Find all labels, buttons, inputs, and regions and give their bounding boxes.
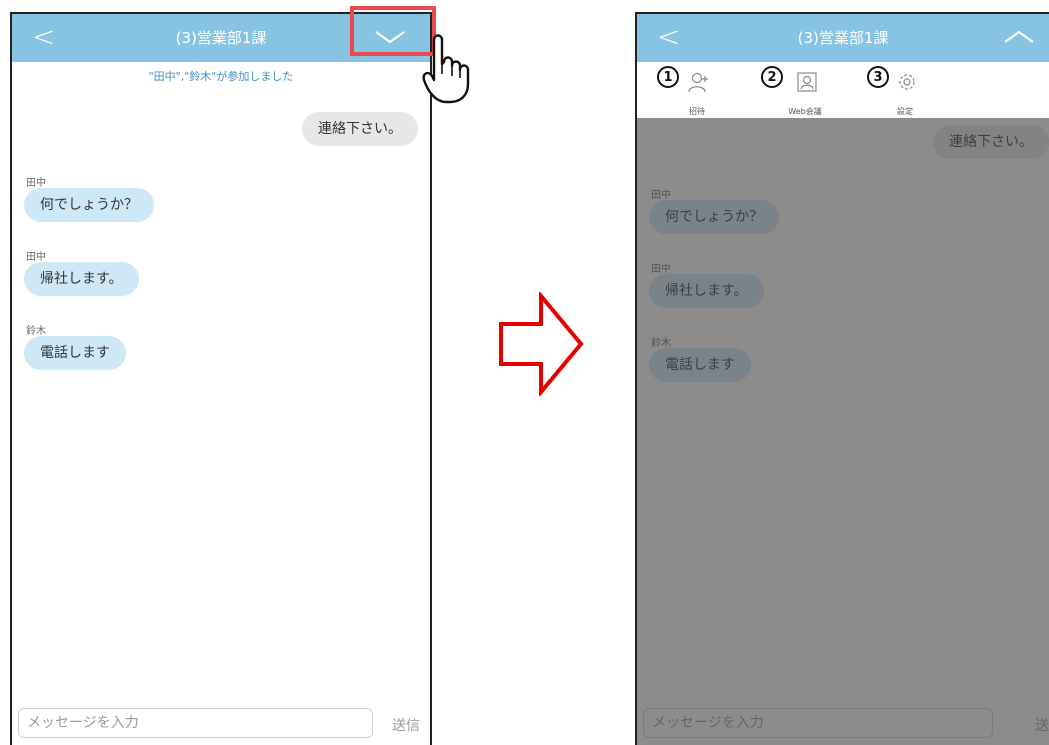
- outgoing-message: 連絡下さい。: [933, 125, 1049, 159]
- settings-menu-item[interactable]: 3 設定: [855, 62, 955, 118]
- incoming-message: 電話します: [649, 348, 751, 382]
- message-sender: 鈴木: [651, 338, 671, 349]
- step-number-badge: 3: [867, 66, 889, 88]
- message-sender: 田中: [651, 264, 671, 275]
- chat-screen-after: < (3)営業部1課 1 招待 2 Web会議 3 設定 連絡下さい。 田中 何…: [635, 12, 1049, 745]
- message-composer: メッセージを入力 送信: [637, 703, 1049, 745]
- message-sender: 鈴木: [26, 326, 46, 337]
- web-meeting-icon: [797, 72, 817, 92]
- message-sender: 田中: [26, 252, 46, 263]
- menu-label: Web会議: [788, 107, 822, 116]
- step-number-badge: 2: [761, 66, 783, 88]
- invite-menu-item[interactable]: 1 招待: [647, 62, 747, 118]
- invite-user-icon: [688, 72, 708, 93]
- message-sender: 田中: [651, 190, 671, 201]
- message-input[interactable]: メッセージを入力: [18, 708, 373, 738]
- message-composer: メッセージを入力 送信: [12, 703, 430, 745]
- chat-header: < (3)営業部1課: [637, 14, 1049, 62]
- menu-label: 招待: [689, 107, 705, 116]
- step-number-badge: 1: [657, 66, 679, 88]
- incoming-message: 帰社します。: [649, 274, 764, 308]
- chevron-up-icon[interactable]: [999, 22, 1039, 52]
- message-sender: 田中: [26, 178, 46, 189]
- menu-label: 設定: [897, 107, 913, 116]
- settings-gear-icon: [899, 74, 915, 90]
- join-notice: "田中","鈴木"が参加しました: [148, 70, 294, 83]
- web-meeting-menu-item[interactable]: 2 Web会議: [755, 62, 855, 118]
- incoming-message: 電話します: [24, 336, 126, 370]
- incoming-message: 何でしょうか？: [24, 188, 154, 222]
- outgoing-message: 連絡下さい。: [302, 112, 418, 146]
- pointing-hand-icon: [422, 34, 470, 104]
- chat-screen-before: < (3)営業部1課 "田中","鈴木"が参加しました 連絡下さい。 田中 何で…: [10, 12, 432, 745]
- incoming-message: 帰社します。: [24, 262, 139, 296]
- send-button[interactable]: 送信: [392, 715, 420, 735]
- right-arrow-icon: [499, 292, 584, 396]
- chat-actions-menu: 1 招待 2 Web会議 3 設定: [637, 62, 1049, 118]
- send-button[interactable]: 送信: [1035, 715, 1049, 735]
- message-input[interactable]: メッセージを入力: [643, 708, 993, 738]
- incoming-message: 何でしょうか？: [649, 200, 779, 234]
- chat-title: (3)営業部1課: [797, 29, 889, 47]
